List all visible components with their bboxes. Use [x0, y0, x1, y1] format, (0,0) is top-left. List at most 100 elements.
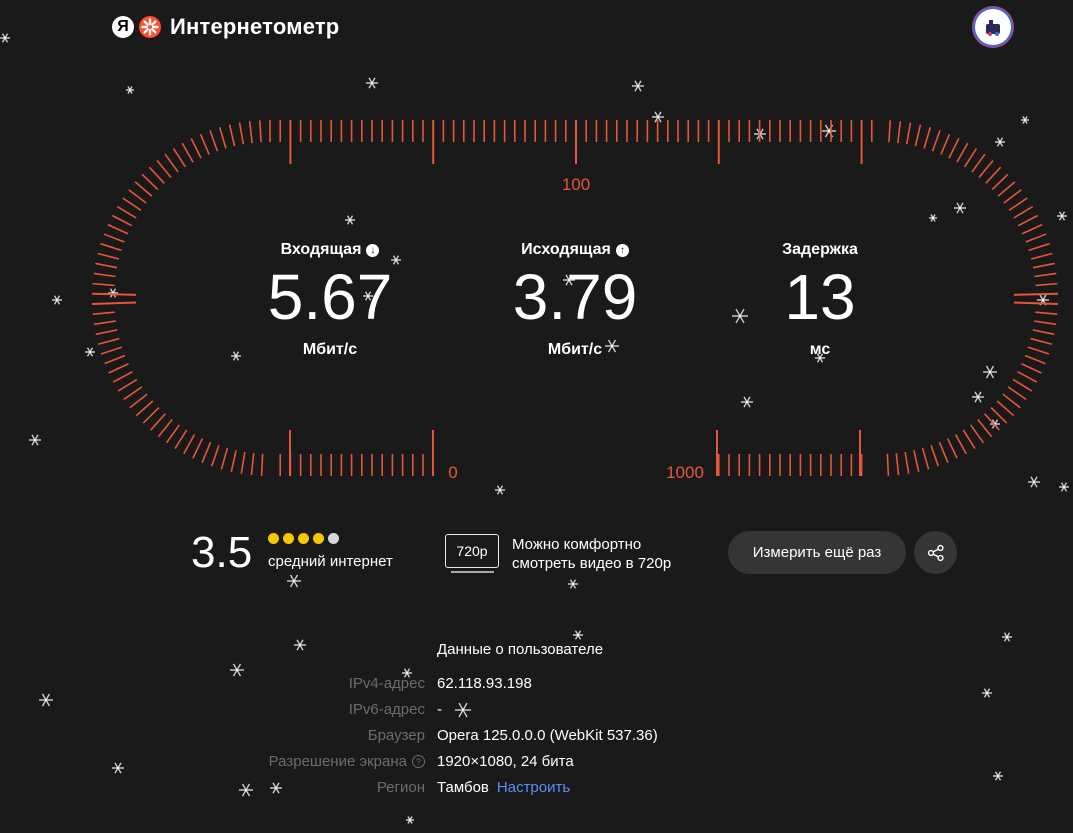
gauge-tick	[250, 453, 255, 476]
gauge-tick	[1034, 272, 1057, 278]
gauge-tick	[116, 205, 137, 219]
snowflake-icon	[573, 630, 583, 640]
gauge-label-left: 0	[448, 463, 457, 482]
gauge-label-top: 100	[562, 175, 590, 194]
gauge-tick	[230, 450, 237, 472]
gauge-tick	[963, 147, 978, 168]
info-value-ipv6: -	[437, 701, 442, 718]
video-text-line1: Можно комфортно	[512, 536, 642, 553]
gauge-tick	[93, 320, 116, 326]
configure-region-link[interactable]: Настроить	[497, 779, 570, 796]
gauge-tick	[135, 400, 154, 417]
upload-title: Исходящая	[521, 241, 611, 258]
gauge-tick	[938, 441, 949, 463]
gauge-tick	[990, 406, 1008, 424]
info-row-region: Регион Тамбов Настроить	[0, 779, 1073, 799]
gauge-tick	[174, 429, 188, 449]
gauge-tick	[128, 189, 147, 204]
gauge-tick	[1025, 233, 1047, 243]
gauge-tick	[201, 441, 212, 463]
snowflake-icon	[406, 816, 414, 824]
snowflake-icon	[568, 579, 578, 589]
gauge-tick	[978, 159, 994, 178]
gauge-tick	[100, 346, 123, 355]
video-quality-badge: 720p	[445, 534, 499, 568]
gauge-tick	[199, 133, 210, 155]
latency-title: Задержка	[782, 241, 858, 258]
gauge-tick	[946, 438, 958, 459]
rating-dot	[313, 533, 324, 544]
gauge-tick	[897, 121, 902, 144]
gauge-tick	[991, 173, 1009, 191]
gauge-tick	[923, 127, 932, 149]
gauge-tick	[1028, 242, 1050, 252]
gauge-tick	[954, 434, 967, 455]
gauge-tick	[1035, 282, 1058, 287]
share-button[interactable]	[914, 531, 957, 574]
gauge-tick	[996, 400, 1015, 417]
gauge-tick	[122, 197, 142, 212]
retest-button[interactable]: Измерить ещё раз	[728, 531, 906, 574]
gauge-tick	[984, 413, 1000, 431]
rating-dot	[268, 533, 279, 544]
info-value-region-wrap: Тамбов Настроить	[437, 779, 570, 796]
gauge-tick	[895, 453, 900, 476]
gauge-tick	[142, 406, 160, 424]
gauge-tick	[95, 262, 118, 269]
gauge-tick	[962, 429, 976, 449]
gauge-tick	[97, 337, 120, 346]
gauge-tick	[97, 252, 120, 260]
gauge-tick	[141, 173, 159, 191]
gauge-tick	[92, 292, 137, 296]
gauge-tick	[220, 447, 229, 470]
quality-score: 3.5	[191, 528, 253, 577]
download-value: 5.67	[267, 261, 393, 333]
gauge-tick	[1032, 329, 1055, 336]
gauge-tick	[134, 181, 153, 197]
video-text-line2: смотреть видео в 720p	[512, 555, 672, 572]
gauge-label-right: 1000	[666, 463, 704, 482]
gauge-tick	[930, 445, 940, 467]
gauge-tick	[985, 166, 1002, 184]
gauge-tick	[181, 142, 194, 163]
gauge-tick	[92, 311, 115, 315]
gauge-tick	[914, 124, 922, 147]
gauge-tick	[1030, 252, 1053, 260]
gauge-tick	[948, 138, 960, 159]
upload-unit: Мбит/с	[547, 341, 603, 358]
download-title: Входящая	[280, 241, 362, 258]
gauge-tick	[886, 453, 890, 476]
gauge-tick	[104, 354, 126, 365]
latency-metric: Задержка 13 мс	[720, 241, 920, 359]
gauge-tick	[1021, 362, 1042, 374]
rating-dot	[328, 533, 339, 544]
gauge-tick	[888, 120, 891, 143]
gauge-tick	[100, 242, 122, 252]
rating-dot	[283, 533, 294, 544]
gauge-tick	[92, 301, 137, 305]
gauge-tick	[1013, 205, 1034, 219]
gauge-tick	[1017, 371, 1038, 383]
gauge-tick	[921, 447, 930, 470]
gauge-tick	[228, 124, 236, 147]
info-value-resolution: 1920×1080, 24 бита	[437, 753, 574, 770]
gauge-tick	[123, 386, 143, 401]
gauge-tick	[165, 424, 180, 444]
gauge-tick	[92, 282, 115, 287]
gauge-tick	[1002, 393, 1021, 409]
gauge-tick	[997, 181, 1016, 197]
info-label-resolution: Разрешение экрана	[268, 753, 407, 770]
gauge-tick	[1034, 320, 1057, 326]
info-value-browser: Opera 125.0.0.0 (WebKit 537.36)	[437, 727, 658, 744]
gauge-tick	[117, 378, 138, 392]
snowflake-icon	[1002, 632, 1012, 642]
gauge-tick	[129, 393, 148, 409]
info-row-resolution: Разрешение экрана ? 1920×1080, 24 бита	[0, 753, 1073, 773]
gauge-tick	[1017, 214, 1039, 227]
gauge-tick	[940, 133, 951, 155]
info-label-ipv4: IPv4-адрес	[348, 675, 425, 692]
gauge-tick	[1013, 301, 1058, 305]
help-icon[interactable]: ?	[412, 755, 425, 768]
gauge-tick	[112, 371, 133, 383]
gauge-tick	[210, 445, 220, 467]
